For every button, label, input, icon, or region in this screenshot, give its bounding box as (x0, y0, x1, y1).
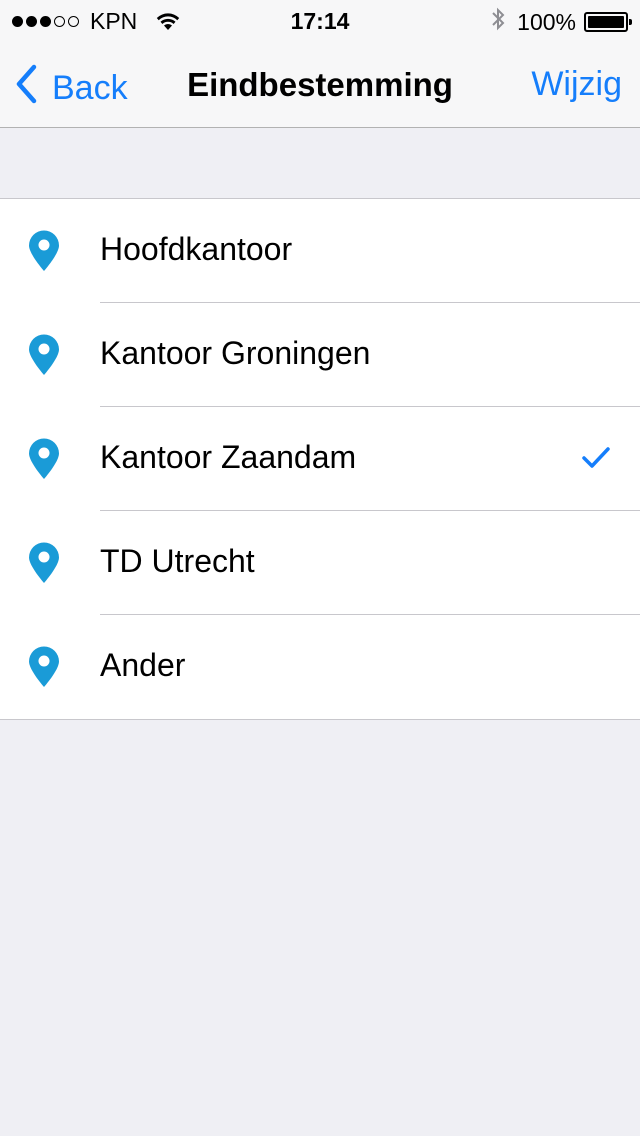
status-bar: KPN 17:14 100% (0, 0, 640, 40)
destination-row-2[interactable]: Kantoor Zaandam (0, 407, 640, 511)
location-pin-icon (28, 230, 60, 277)
battery-nub (629, 19, 632, 25)
destination-row-1[interactable]: Kantoor Groningen (0, 303, 640, 407)
edit-button[interactable]: Wijzig (531, 65, 622, 104)
status-right: 100% (491, 7, 632, 37)
location-pin-icon (28, 438, 60, 485)
checkmark-icon (582, 447, 610, 474)
destination-row-4[interactable]: Ander (0, 615, 640, 719)
destination-label: Hoofdkantoor (100, 231, 293, 267)
bluetooth-icon (491, 7, 505, 37)
location-pin-icon (28, 542, 60, 589)
destination-label: TD Utrecht (100, 543, 255, 579)
destination-label: Kantoor Groningen (100, 335, 371, 371)
destination-row-3[interactable]: TD Utrecht (0, 511, 640, 615)
battery-percentage: 100% (517, 8, 576, 35)
destination-label: Ander (100, 647, 186, 683)
location-pin-icon (28, 334, 60, 381)
destination-row-0[interactable]: Hoofdkantoor (0, 199, 640, 303)
destination-list: Hoofdkantoor Kantoor Groningen Kantoor Z… (0, 198, 640, 720)
destination-label: Kantoor Zaandam (100, 439, 357, 475)
battery-icon (584, 12, 632, 32)
battery-fill (588, 16, 624, 28)
location-pin-icon (28, 646, 60, 693)
navigation-bar: Back Eindbestemming Wijzig (0, 40, 640, 128)
